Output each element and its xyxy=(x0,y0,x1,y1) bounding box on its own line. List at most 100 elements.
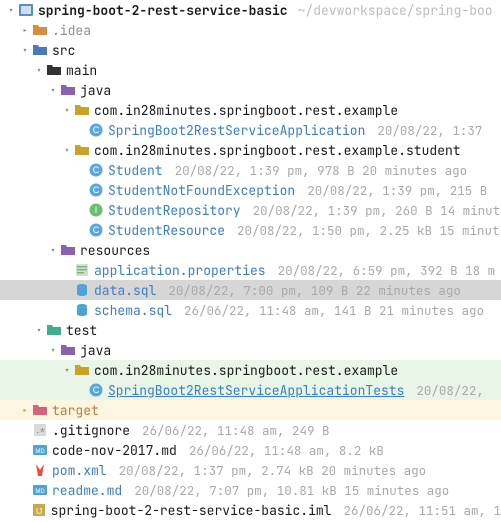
tree-row-pkg-example[interactable]: ▾ com.in28minutes.springboot.rest.exampl… xyxy=(0,100,501,120)
node-label: data.sql xyxy=(94,282,156,299)
excluded-folder-icon xyxy=(32,402,48,418)
file-meta: 26/06/22, 11:48 am, 141 B 21 minutes ago xyxy=(184,302,484,319)
tree-row-java-test[interactable]: ▾ java xyxy=(0,340,501,360)
file-meta: 20/08/22, 6:59 pm, 392 B 18 m xyxy=(278,262,496,279)
node-label: com.in28minutes.springboot.rest.example.… xyxy=(94,142,461,159)
interface-icon xyxy=(88,202,104,218)
tree-row-data-sql[interactable]: data.sql 20/08/22, 7:00 pm, 109 B 22 min… xyxy=(0,280,501,300)
tree-row-pom[interactable]: pom.xml 20/08/22, 1:37 pm, 2.74 kB 20 mi… xyxy=(0,460,501,480)
chevron-down-icon[interactable]: ▾ xyxy=(60,364,74,377)
file-meta: 20/08/22, 7:07 pm, 10.81 kB 15 minutes a… xyxy=(134,482,449,499)
tree-row-app-tests[interactable]: SpringBoot2RestServiceApplicationTests 2… xyxy=(0,380,501,400)
chevron-down-icon[interactable]: ▾ xyxy=(4,4,18,17)
file-meta: 20/08/22, 1:37 pm, 2.74 kB 20 minutes ag… xyxy=(119,462,427,479)
node-label: target xyxy=(52,402,99,419)
node-label: SpringBoot2RestServiceApplication xyxy=(108,122,365,139)
tree-row-pkg-student[interactable]: ▾ com.in28minutes.springboot.rest.exampl… xyxy=(0,140,501,160)
tree-row-iml[interactable]: spring-boot-2-rest-service-basic.iml 26/… xyxy=(0,500,501,520)
module-icon xyxy=(18,2,34,18)
idea-module-icon xyxy=(31,502,47,518)
node-label: .idea xyxy=(52,22,91,39)
sql-icon xyxy=(74,282,90,298)
tree-row-gitignore[interactable]: .gitignore 26/06/22, 11:48 am, 249 B xyxy=(0,420,501,440)
tree-row-main[interactable]: ▾ main xyxy=(0,60,501,80)
tree-row-student-repo[interactable]: StudentRepository 20/08/22, 1:39 pm, 260… xyxy=(0,200,501,220)
tree-row-student[interactable]: Student 20/08/22, 1:39 pm, 978 B 20 minu… xyxy=(0,160,501,180)
node-label: src xyxy=(52,42,75,59)
class-icon xyxy=(88,162,104,178)
tree-row-student-res[interactable]: StudentResource 20/08/22, 1:50 pm, 2.25 … xyxy=(0,220,501,240)
gitignore-icon xyxy=(32,422,48,438)
file-meta: 26/06/22, 11:51 am, 1 xyxy=(343,502,501,519)
node-label: StudentRepository xyxy=(108,202,241,219)
node-label: test xyxy=(66,322,97,339)
tree-row-src[interactable]: ▾ src xyxy=(0,40,501,60)
node-label: Student xyxy=(108,162,163,179)
package-icon xyxy=(74,362,90,378)
class-icon xyxy=(88,222,104,238)
node-label: com.in28minutes.springboot.rest.example xyxy=(94,102,398,119)
tree-row-pkg-example-test[interactable]: ▾ com.in28minutes.springboot.rest.exampl… xyxy=(0,360,501,380)
chevron-down-icon[interactable]: ▾ xyxy=(60,144,74,157)
file-meta: 20/08/22, 1:39 pm, 978 B 20 minutes ago xyxy=(175,162,468,179)
tree-row-code-nov[interactable]: code-nov-2017.md 26/06/22, 11:48 am, 8.2… xyxy=(0,440,501,460)
package-icon xyxy=(74,142,90,158)
markdown-icon xyxy=(32,482,48,498)
test-folder-icon xyxy=(60,342,76,358)
folder-icon xyxy=(32,22,48,38)
file-meta: 26/06/22, 11:48 am, 249 B xyxy=(142,422,330,439)
class-icon xyxy=(88,122,104,138)
tree-row-schema-sql[interactable]: schema.sql 26/06/22, 11:48 am, 141 B 21 … xyxy=(0,300,501,320)
file-meta: 20/08/22, 1:50 pm, 2.25 kB 15 minut xyxy=(237,222,500,239)
markdown-icon xyxy=(32,442,48,458)
tree-row-app-props[interactable]: application.properties 20/08/22, 6:59 pm… xyxy=(0,260,501,280)
file-meta: 20/08/22, 1:39 pm, 260 B 14 minut xyxy=(253,202,501,219)
tree-row-test[interactable]: ▾ test xyxy=(0,320,501,340)
tree-row-target[interactable]: ▸ target xyxy=(0,400,501,420)
node-label: spring-boot-2-rest-service-basic xyxy=(38,2,288,19)
chevron-down-icon[interactable]: ▾ xyxy=(46,84,60,97)
file-meta: 20/08/22, 1:37 xyxy=(377,122,482,139)
file-meta: 26/06/22, 11:48 am, 8.2 kB xyxy=(189,442,384,459)
package-icon xyxy=(74,102,90,118)
node-label: schema.sql xyxy=(94,302,172,319)
node-label: com.in28minutes.springboot.rest.example xyxy=(94,362,398,379)
chevron-down-icon[interactable]: ▾ xyxy=(46,244,60,257)
folder-icon xyxy=(46,62,62,78)
properties-icon xyxy=(74,262,90,278)
chevron-down-icon[interactable]: ▾ xyxy=(46,344,60,357)
file-meta: 20/08/22, 1:39 pm, 215 B xyxy=(307,182,487,199)
node-label: code-nov-2017.md xyxy=(52,442,177,459)
file-meta: 20/08/22, xyxy=(416,382,484,399)
node-label: StudentResource xyxy=(108,222,225,239)
node-label: application.properties xyxy=(94,262,266,279)
tree-row-readme[interactable]: readme.md 20/08/22, 7:07 pm, 10.81 kB 15… xyxy=(0,480,501,500)
node-label: spring-boot-2-rest-service-basic.iml xyxy=(51,502,332,519)
node-label: java xyxy=(80,82,111,99)
class-icon xyxy=(88,382,104,398)
chevron-down-icon[interactable]: ▾ xyxy=(32,324,46,337)
tree-row-idea[interactable]: ▸ .idea xyxy=(0,20,501,40)
maven-icon xyxy=(32,462,48,478)
node-label: SpringBoot2RestServiceApplicationTests xyxy=(108,382,404,399)
chevron-right-icon[interactable]: ▸ xyxy=(18,24,32,37)
resources-folder-icon xyxy=(60,242,76,258)
tree-row-app-class[interactable]: SpringBoot2RestServiceApplication 20/08/… xyxy=(0,120,501,140)
class-icon xyxy=(88,182,104,198)
node-label: readme.md xyxy=(52,482,122,499)
tree-row-resources[interactable]: ▾ resources xyxy=(0,240,501,260)
folder-icon xyxy=(32,42,48,58)
tree-row-root[interactable]: ▾ spring-boot-2-rest-service-basic ~/dev… xyxy=(0,0,501,20)
node-label: java xyxy=(80,342,111,359)
node-label: pom.xml xyxy=(52,462,107,479)
node-label: StudentNotFoundException xyxy=(108,182,295,199)
tree-row-student-nfe[interactable]: StudentNotFoundException 20/08/22, 1:39 … xyxy=(0,180,501,200)
chevron-right-icon[interactable]: ▸ xyxy=(18,404,32,417)
file-meta: 20/08/22, 7:00 pm, 109 B 22 minutes ago xyxy=(168,282,461,299)
sql-icon xyxy=(74,302,90,318)
chevron-down-icon[interactable]: ▾ xyxy=(32,64,46,77)
tree-row-java-main[interactable]: ▾ java xyxy=(0,80,501,100)
chevron-down-icon[interactable]: ▾ xyxy=(18,44,32,57)
chevron-down-icon[interactable]: ▾ xyxy=(60,104,74,117)
node-label: main xyxy=(66,62,97,79)
